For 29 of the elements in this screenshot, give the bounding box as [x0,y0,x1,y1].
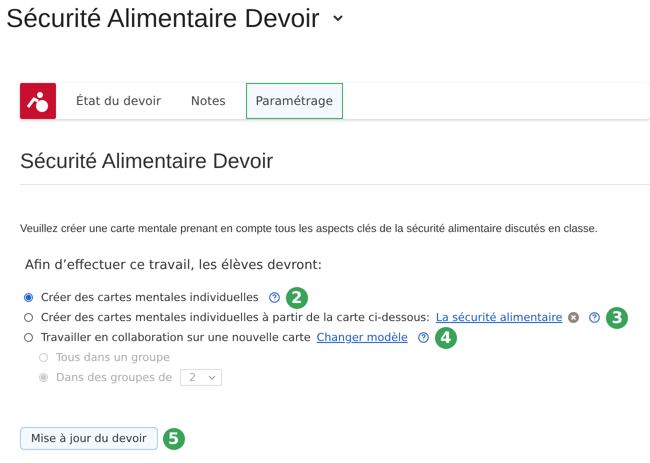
template-link[interactable]: La sécurité alimentaire [436,311,562,324]
radio-button[interactable] [24,313,33,322]
help-icon[interactable] [268,292,280,303]
step-badge: 5 [162,428,185,450]
remove-icon[interactable] [568,312,580,323]
help-icon[interactable] [418,332,429,343]
step-badge: 4 [434,326,457,348]
update-button[interactable]: Mise à jour du devoir [20,427,158,450]
option-label: Créer des cartes mentales individuelles [41,291,259,304]
section-heading: Sécurité Alimentaire Devoir [20,150,274,174]
logo-icon [20,83,56,119]
radio-button[interactable] [24,333,33,342]
step-badge: 2 [286,286,308,308]
template-link[interactable]: Changer modèle [316,331,408,344]
help-icon[interactable] [589,312,600,323]
page-title: Sécurité Alimentaire Devoir [6,2,320,34]
chevron-down-icon [208,375,216,380]
step-badge: 3 [606,306,628,328]
radio-button[interactable] [24,293,33,302]
option-label: Créer des cartes mentales individuelles à partir de la carte ci-dessous: [41,311,430,324]
description: Veuillez créer une carte mentale prenant en compte tous les aspects clés de la sécurité alimentaire discutés en classe. [20,223,599,235]
chevron-down-icon[interactable] [332,14,344,22]
option-label: Tous dans un groupe [56,351,170,364]
option-label: Travailler en collaboration sur une nouvelle carte [41,331,311,344]
option-label: Dans des groupes de [56,371,172,384]
subheading: Afin d’effectuer ce travail, les élèves devront: [25,258,323,273]
tab[interactable]: Notes [180,83,236,119]
tab[interactable]: État du devoir [66,83,171,119]
tab[interactable]: Paramétrage [246,83,343,119]
